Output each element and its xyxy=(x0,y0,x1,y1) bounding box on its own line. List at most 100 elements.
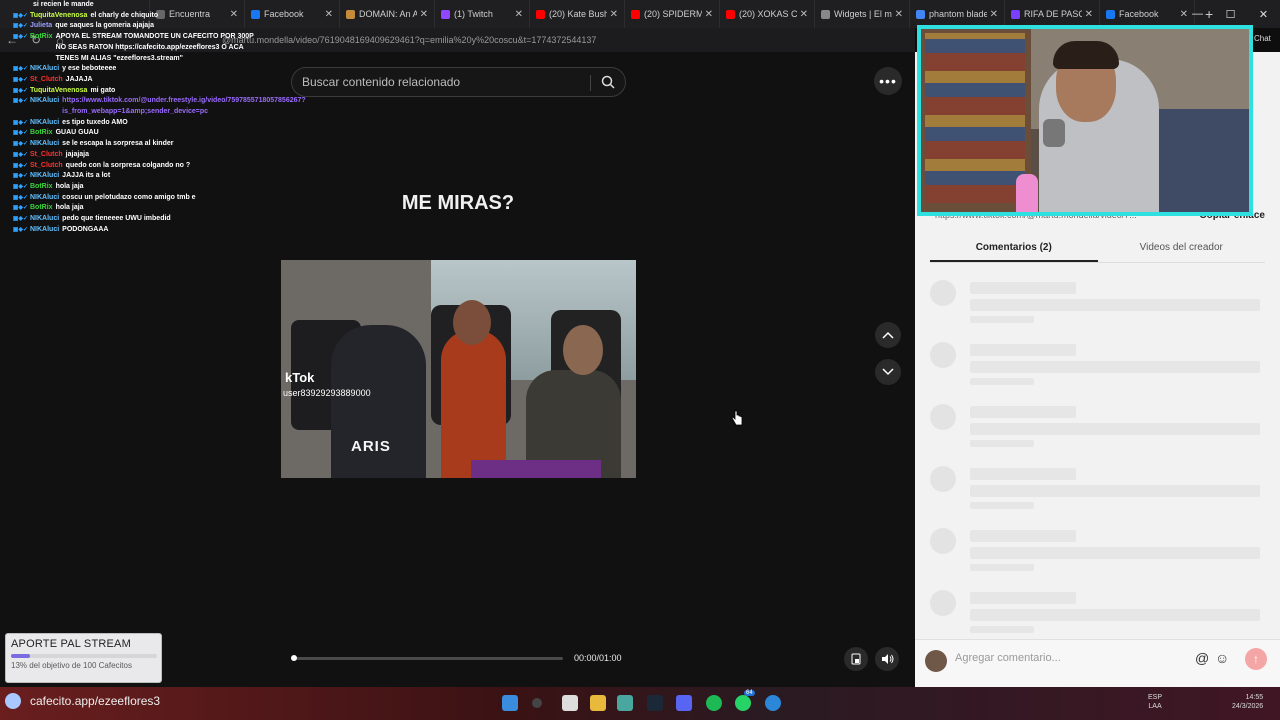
skeleton-block xyxy=(970,282,1076,294)
chat-text: jajajaja xyxy=(65,150,90,158)
clock[interactable]: 14:55 24/3/2026 xyxy=(1232,693,1263,711)
tab-close-icon[interactable]: ✕ xyxy=(325,9,333,20)
browser-tab[interactable]: (20) Kate Bush ✕ xyxy=(530,0,625,28)
chat-message: ▣◆✓ NIKAluci https://www.tiktok.com/@under… xyxy=(6,96,306,117)
browser-tab[interactable]: phantom blade ✕ xyxy=(910,0,1005,28)
browser-icon[interactable] xyxy=(617,695,633,711)
tab-comments[interactable]: Comentarios (2) xyxy=(930,237,1098,262)
app-icon[interactable] xyxy=(765,695,781,711)
chat-badges-icon: ▣◆✓ xyxy=(12,119,28,126)
chat-badges-icon: ▣◆✓ xyxy=(12,98,28,105)
emoji-icon[interactable]: ☺ xyxy=(1215,650,1229,666)
browser-tab[interactable]: (1) Twitch ✕ xyxy=(435,0,530,28)
tab-close-icon[interactable]: ✕ xyxy=(705,9,713,20)
scene-person xyxy=(441,330,506,478)
clock-time: 14:55 xyxy=(1245,694,1264,701)
chat-username: BotRix xyxy=(30,204,53,212)
chat-message: ▣◆✓ BotRix hola jaja xyxy=(6,203,266,214)
chat-badges-icon: ▣◆✓ xyxy=(12,226,28,233)
folder-icon[interactable] xyxy=(590,695,606,711)
skeleton-block xyxy=(970,344,1076,356)
browser-tab[interactable]: Widgets | El m ✕ xyxy=(815,0,910,28)
browser-tab[interactable]: (20) XOKAS CR✕ xyxy=(720,0,815,28)
chat-label[interactable]: Chat xyxy=(1254,34,1271,43)
tab-label: Widgets | El m xyxy=(834,9,892,19)
search-taskbar-icon[interactable] xyxy=(532,698,542,708)
tab-label: (1) Twitch xyxy=(454,9,493,19)
video-progress-bar[interactable] xyxy=(291,655,563,661)
chat-message: ▣◆✓ BotRix hola jaja xyxy=(6,182,266,193)
chat-badges-icon: ▣◆✓ xyxy=(12,87,28,94)
skeleton-block xyxy=(970,564,1034,571)
chat-username: Julieta xyxy=(30,22,53,30)
chat-message: ▣◆✓ NIKAluci JAJJA its a lot xyxy=(6,171,266,182)
start-icon[interactable] xyxy=(502,695,518,711)
chat-text: GUAU GUAU xyxy=(55,129,99,137)
tab-favicon-icon xyxy=(1106,9,1115,19)
tiktok-watermark-logo: kTok xyxy=(285,370,315,385)
chat-badges-icon: ▣◆✓ xyxy=(12,151,28,158)
browser-tab[interactable]: DOMAIN: An AI ✕ xyxy=(340,0,435,28)
chat-message: ▣◆✓ St_Clutch jajajaja xyxy=(6,150,266,161)
url-field[interactable]: @martu.mondella/video/761904816940962946… xyxy=(222,35,596,45)
browser-tab[interactable]: (20) SPIDERMAN✕ xyxy=(625,0,720,28)
video-frame[interactable]: kTok user83929293889000 ARIS xyxy=(281,260,636,478)
skeleton-block xyxy=(970,423,1260,435)
files-icon[interactable] xyxy=(562,695,578,711)
tab-close-icon[interactable]: ✕ xyxy=(610,9,618,20)
minimize-button[interactable]: — xyxy=(1181,0,1214,28)
tab-label: (20) SPIDERMAN xyxy=(644,9,702,19)
chat-text: hola jaja xyxy=(55,182,84,190)
tab-close-icon[interactable]: ✕ xyxy=(515,9,523,20)
video-caption: ME MIRAS? xyxy=(401,192,515,214)
tab-close-icon[interactable]: ✕ xyxy=(1085,9,1093,20)
chat-badges-icon: ▣◆✓ xyxy=(12,194,28,201)
close-window-button[interactable]: ✕ xyxy=(1247,0,1280,28)
video-time: 00:00/01:00 xyxy=(574,653,622,663)
volume-button[interactable] xyxy=(875,647,899,671)
send-comment-button[interactable]: ↑ xyxy=(1245,648,1267,670)
taskbar: cafecito.app/ezeeflores3 64 ESP LAA 14:55… xyxy=(0,687,1280,720)
chat-badges-icon: ▣◆✓ xyxy=(12,130,28,137)
chat-message: ▣◆✓ St_Clutch quedo con la sorpresa colgan… xyxy=(6,161,266,172)
tab-close-icon[interactable]: ✕ xyxy=(895,9,903,20)
more-options-button[interactable]: ••• xyxy=(874,67,902,95)
donation-title: APORTE PAL STREAM xyxy=(11,638,131,650)
mention-icon[interactable]: @ xyxy=(1195,650,1209,666)
search-icon[interactable] xyxy=(601,75,615,94)
cafecito-link[interactable]: cafecito.app/ezeeflores3 xyxy=(5,693,160,709)
tab-creator-videos[interactable]: Videos del creador xyxy=(1098,237,1266,262)
whatsapp-icon[interactable] xyxy=(735,695,751,711)
steam-icon[interactable] xyxy=(647,695,663,711)
progress-handle[interactable] xyxy=(291,655,297,661)
comment-skeleton xyxy=(930,528,1265,578)
comment-input[interactable] xyxy=(955,652,1185,664)
panel-tabs: Comentarios (2) Videos del creador xyxy=(930,237,1265,263)
discord-icon[interactable] xyxy=(676,695,692,711)
donation-progress-fill xyxy=(11,654,30,658)
spotify-icon[interactable] xyxy=(706,695,722,711)
chat-text: si recien le mande xyxy=(33,1,94,8)
chat-text[interactable]: https://www.tiktok.com/@under.freestyle.… xyxy=(62,96,306,117)
tab-close-icon[interactable]: ✕ xyxy=(800,9,808,20)
comment-skeleton xyxy=(930,466,1265,516)
chat-text: coscu un pelotudazo como amigo tmb e xyxy=(62,193,196,201)
previous-video-button[interactable] xyxy=(875,322,901,348)
tab-close-icon[interactable]: ✕ xyxy=(990,9,998,20)
picture-in-picture-button[interactable] xyxy=(844,647,868,671)
browser-tab[interactable]: RIFA DE PASCU✕ xyxy=(1005,0,1100,28)
search-input[interactable] xyxy=(302,75,582,89)
language-indicator[interactable]: ESP LAA xyxy=(1148,693,1162,711)
next-video-button[interactable] xyxy=(875,359,901,385)
donation-subtitle: 13% del objetivo de 100 Cafecitos xyxy=(11,661,132,670)
chat-text: hola jaja xyxy=(55,204,84,212)
comment-composer: @ ☺ ↑ xyxy=(915,639,1280,687)
tab-close-icon[interactable]: ✕ xyxy=(420,9,428,20)
maximize-button[interactable]: ☐ xyxy=(1214,0,1247,28)
chat-username: NIKAluci xyxy=(30,225,60,233)
tab-favicon-icon xyxy=(441,9,450,19)
tab-favicon-icon xyxy=(536,9,545,19)
chat-message: ▣◆✓ NIKAluci PODONGAAA xyxy=(6,225,266,236)
tab-favicon-icon xyxy=(346,9,355,19)
tab-favicon-icon xyxy=(631,9,640,19)
